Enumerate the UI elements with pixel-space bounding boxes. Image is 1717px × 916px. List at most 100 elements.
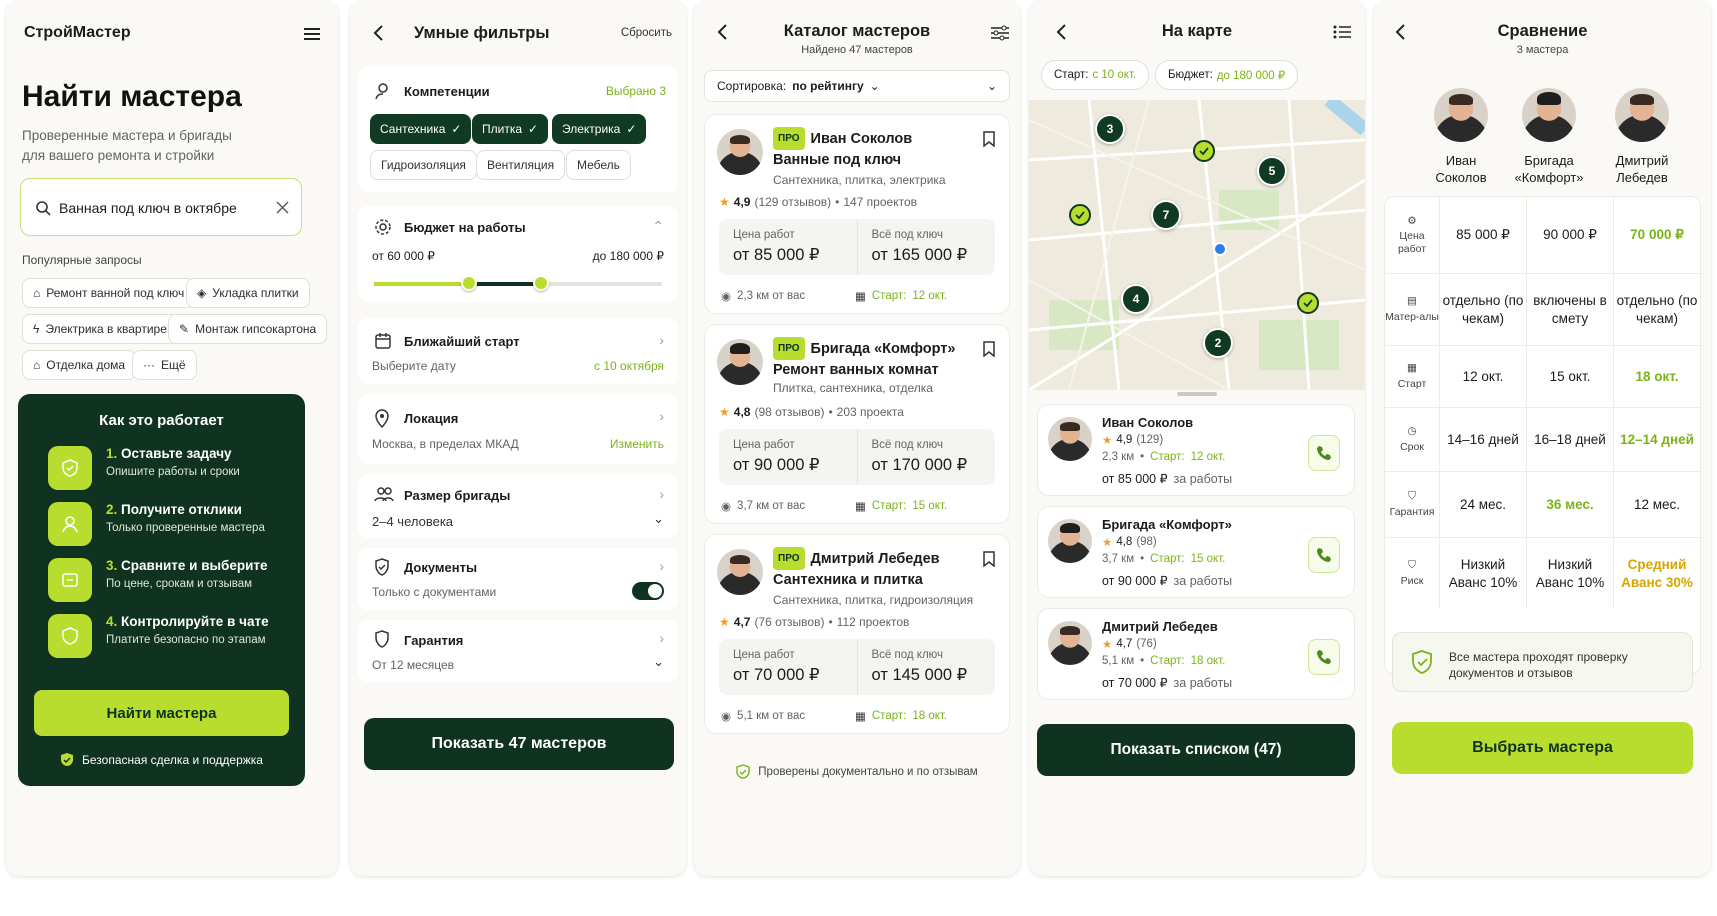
- tile-icon: ◈: [197, 286, 207, 300]
- chip-finish[interactable]: ⌂ Отделка дома: [22, 350, 137, 380]
- filter-icon[interactable]: [990, 24, 1010, 42]
- filter-start-chip[interactable]: Старт: с 10 окт.: [1041, 60, 1150, 90]
- clear-icon[interactable]: [276, 201, 289, 214]
- master-card[interactable]: ПРО Иван Соколов Ванные под ключ Сантехник…: [704, 114, 1010, 314]
- how-it-works-panel: Как это работает 1. Оставьте задачу Опиши…: [18, 394, 305, 786]
- call-button[interactable]: [1308, 537, 1340, 573]
- location-label: Локация: [404, 411, 459, 426]
- reset-button[interactable]: Сбросить: [621, 27, 672, 39]
- bookmark-icon[interactable]: [983, 341, 995, 357]
- call-button[interactable]: [1308, 435, 1340, 471]
- filters-title: Умные фильтры: [414, 24, 550, 42]
- home-screen: СтройМастер Найти мастера Проверенные ма…: [6, 0, 338, 876]
- list-icon[interactable]: [1333, 24, 1351, 40]
- start-date: ▦ Старт: 18 окт.: [855, 710, 948, 723]
- check-pin-icon[interactable]: [1193, 140, 1215, 162]
- current-location-icon: [1213, 242, 1227, 256]
- avatar: [1434, 88, 1488, 142]
- chip-bathroom[interactable]: ⌂ Ремонт ванной под ключ: [22, 278, 196, 308]
- shield-check-icon: [736, 764, 750, 779]
- chevron-right-icon: ›: [659, 558, 664, 574]
- chip-tile[interactable]: ◈ Укладка плитки: [186, 278, 310, 308]
- map-pin[interactable]: 2: [1203, 328, 1233, 358]
- find-master-button[interactable]: Найти мастера: [34, 690, 289, 736]
- map-pin[interactable]: 3: [1095, 114, 1125, 144]
- step-2: 2. Получите отклики Только проверенные ма…: [48, 502, 291, 546]
- chevron-up-icon[interactable]: ⌃: [652, 218, 664, 235]
- choose-master-button[interactable]: Выбрать мастера: [1392, 722, 1693, 774]
- bolt-icon: ϟ: [33, 322, 40, 336]
- chip-more[interactable]: ··· Ещё: [132, 350, 197, 380]
- star-icon: ★: [719, 615, 730, 629]
- team-icon: [374, 487, 394, 502]
- master-name: Дмитрий Лебедев: [810, 551, 940, 567]
- map-master-card[interactable]: Бригада «Комфорт» ★ 4,8 (98) 3,7 км • Старт:…: [1037, 506, 1355, 598]
- more-icon: ···: [143, 358, 155, 372]
- chip-tile[interactable]: Плитка ✓: [472, 114, 549, 144]
- compare-screen: Сравнение 3 мастера Иван Соколов Бригада «…: [1374, 0, 1711, 876]
- star-icon: ★: [719, 195, 730, 209]
- search-input[interactable]: Ванная под ключ в октябре: [20, 178, 302, 236]
- check-pin-icon[interactable]: [1297, 292, 1319, 314]
- map-pin[interactable]: 4: [1121, 284, 1151, 314]
- check-pin-icon[interactable]: [1069, 204, 1091, 226]
- avatar: [1615, 88, 1669, 142]
- map-master-card[interactable]: Дмитрий Лебедев ★ 4,7 (76) 5,1 км • Старт: 18…: [1037, 608, 1355, 700]
- sort-select[interactable]: Сортировка: по рейтингу ⌄ ⌄: [704, 70, 1010, 102]
- map-pin[interactable]: 5: [1257, 156, 1287, 186]
- map-view[interactable]: 3 5 7 4 2: [1029, 100, 1365, 390]
- bookmark-icon[interactable]: [983, 551, 995, 567]
- show-list-button[interactable]: Показать списком (47): [1037, 724, 1355, 776]
- change-location-link[interactable]: Изменить: [610, 437, 664, 451]
- chip-drywall[interactable]: ✎ Монтаж гипсокартона: [168, 314, 328, 344]
- chevron-down-icon[interactable]: ⌄: [653, 654, 664, 670]
- map-pin[interactable]: 7: [1151, 200, 1181, 230]
- budget-slider[interactable]: [374, 275, 662, 291]
- house-icon: ⌂: [33, 358, 41, 372]
- chip-plumbing[interactable]: Сантехника ✓: [370, 114, 472, 144]
- show-results-button[interactable]: Показать 47 мастеров: [364, 718, 674, 770]
- drag-handle[interactable]: [1177, 392, 1217, 396]
- calendar-icon: ▦: [1407, 362, 1417, 375]
- star-icon: ★: [1102, 537, 1113, 549]
- back-icon[interactable]: [372, 24, 384, 42]
- master-card[interactable]: ПРО Дмитрий Лебедев Сантехника и плитка Са…: [704, 534, 1010, 734]
- slider-handle-max[interactable]: [533, 275, 550, 291]
- menu-icon[interactable]: [302, 26, 322, 42]
- search-icon: [36, 201, 51, 216]
- chip-ventilation[interactable]: Вентиляция: [476, 150, 566, 180]
- master-name: Бригада «Комфорт»: [1102, 517, 1232, 532]
- distance: ◉ 3,7 км от вас: [721, 500, 806, 513]
- location-section[interactable]: Локация › Москва, в пределах МКАД Измени…: [358, 394, 678, 464]
- calendar-icon: [375, 333, 391, 349]
- check-circle-icon: ✓: [528, 122, 539, 136]
- start-date: ▦ Старт: 15 окт.: [855, 500, 948, 513]
- shield-check-icon: [375, 558, 389, 576]
- risk-icon: ⛉: [1408, 559, 1416, 572]
- compare-icon: [48, 558, 92, 602]
- chevron-down-icon: ⌄: [869, 79, 880, 93]
- compare-row: ⚙ Цена работ 85 000 ₽90 000 ₽70 000 ₽: [1385, 197, 1700, 273]
- bookmark-icon[interactable]: [983, 131, 995, 147]
- filter-budget-chip[interactable]: Бюджет: до 180 000 ₽: [1155, 60, 1299, 90]
- warranty-section[interactable]: Гарантия › От 12 месяцев ⌄: [358, 620, 678, 682]
- slider-handle-min[interactable]: [461, 275, 478, 291]
- price-box: Цена работ от 70 000 ₽ Всё под ключ от 145…: [719, 639, 995, 695]
- documents-toggle[interactable]: [632, 582, 664, 600]
- chip-furniture[interactable]: Мебель: [566, 150, 631, 180]
- compare-person: Бригада «Комфорт»: [1504, 88, 1594, 186]
- call-button[interactable]: [1308, 639, 1340, 675]
- chip-waterproof[interactable]: Гидроизоляция: [370, 150, 477, 180]
- map-master-card[interactable]: Иван Соколов ★ 4,9 (129) 2,3 км • Старт: 12 о…: [1037, 404, 1355, 496]
- chevron-down-icon[interactable]: ⌄: [653, 511, 664, 527]
- chip-electric[interactable]: Электрика ✓: [552, 114, 647, 144]
- user-icon: [375, 83, 388, 100]
- shield-icon: [48, 614, 92, 658]
- page-title: Найти мастера: [22, 80, 242, 113]
- master-card[interactable]: ПРО Бригада «Комфорт» Ремонт ванных комнат…: [704, 324, 1010, 524]
- budget-label: Бюджет на работы: [404, 220, 526, 235]
- master-spec: Ванные под ключ: [773, 152, 902, 168]
- chip-electric[interactable]: ϟ Электрика в квартире: [22, 314, 178, 344]
- start-section[interactable]: Ближайший старт › Выберите дату с 10 окт…: [358, 318, 678, 384]
- team-section[interactable]: Размер бригады › 2–4 человека ⌄: [358, 474, 678, 538]
